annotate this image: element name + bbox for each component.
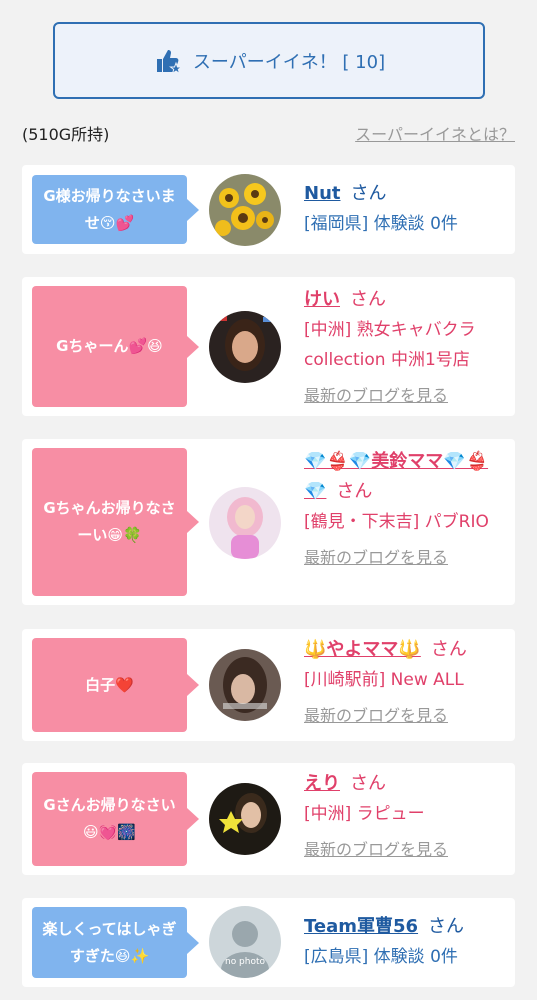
user-info: Team軍曹56 さん [広島県] 体験談 0件: [304, 912, 504, 972]
shop-info: [鶴見・下末吉] パブRIO: [304, 512, 489, 532]
super-like-about-link[interactable]: スーパーイイネとは？: [355, 121, 515, 145]
message-bubble: G様お帰りなさいませ😚💕: [32, 175, 199, 244]
like-card: 白子❤️ 🔱やよママ🔱 さん [川崎駅前] New ALL 最新のブログを見る: [22, 629, 515, 741]
honorific: さん: [430, 639, 467, 660]
shop-info: [中洲] 熟女キャバクラcollection 中洲1号店: [304, 320, 476, 370]
gold-balance: (510G所持): [22, 125, 110, 144]
user-name-link[interactable]: けい: [304, 289, 340, 310]
latest-blog-link[interactable]: 最新のブログを見る: [304, 381, 504, 411]
user-info: けい さん [中洲] 熟女キャバクラcollection 中洲1号店 最新のブログ…: [304, 285, 504, 411]
honorific: さん: [350, 289, 386, 310]
latest-blog-link[interactable]: 最新のブログを見る: [304, 701, 504, 731]
honorific: さん: [350, 183, 387, 204]
user-name-link[interactable]: 🔱やよママ🔱: [304, 639, 421, 660]
page: スーパーイイネ！ [ 10] (510G所持) スーパーイイネとは？ G様お帰り…: [0, 0, 537, 1000]
message-bubble: Gちゃーん💕😆: [32, 286, 199, 407]
super-like-label: スーパーイイネ！ [ 10]: [192, 51, 386, 73]
avatar[interactable]: [209, 487, 281, 559]
no-photo-text: no photo: [225, 957, 266, 967]
user-name-link[interactable]: えり: [304, 773, 340, 794]
honorific: さん: [350, 773, 386, 794]
user-info: 💎👙💎美鈴ママ💎👙💎 さん [鶴見・下末吉] パブRIO 最新のブログを見る: [304, 447, 504, 573]
message-bubble: 楽しくってはしゃぎすぎた😆✨: [32, 907, 199, 978]
honorific: さん: [428, 916, 465, 937]
user-location: [広島県] 体験談 0件: [304, 947, 458, 967]
like-card: G様お帰りなさいませ😚💕 Nut さん [福岡県] 体験談 0件: [22, 165, 515, 254]
user-name-link[interactable]: Nut: [304, 183, 340, 204]
shop-info: [中洲] ラピュー: [304, 804, 425, 824]
message-bubble: Gちゃんお帰りなさーい😁🍀: [32, 448, 199, 596]
avatar[interactable]: [209, 174, 281, 246]
avatar[interactable]: [209, 783, 281, 855]
like-card: Gちゃんお帰りなさーい😁🍀 💎👙💎美鈴ママ💎👙💎 さん [鶴見・下末吉] パブRI…: [22, 439, 515, 605]
like-card: 楽しくってはしゃぎすぎた😆✨ no photo Team軍曹56 さん [広島県]…: [22, 898, 515, 987]
like-card: Gさんお帰りなさい😃💓🎆 えり さん [中洲] ラピュー 最新のブログを見る: [22, 763, 515, 875]
user-info: えり さん [中洲] ラピュー 最新のブログを見る: [304, 769, 504, 865]
message-bubble: 白子❤️: [32, 638, 199, 732]
thumbs-up-star-icon: [156, 49, 183, 75]
avatar[interactable]: no photo: [209, 906, 281, 978]
honorific: さん: [336, 481, 373, 502]
user-location: [福岡県] 体験談 0件: [304, 214, 458, 234]
message-bubble: Gさんお帰りなさい😃💓🎆: [32, 772, 199, 866]
avatar[interactable]: [209, 311, 281, 383]
latest-blog-link[interactable]: 最新のブログを見る: [304, 835, 504, 865]
avatar[interactable]: [209, 649, 281, 721]
user-name-link[interactable]: Team軍曹56: [304, 916, 418, 937]
super-like-button[interactable]: スーパーイイネ！ [ 10]: [53, 22, 485, 99]
user-info: Nut さん [福岡県] 体験談 0件: [304, 179, 504, 239]
latest-blog-link[interactable]: 最新のブログを見る: [304, 543, 504, 573]
like-card: Gちゃーん💕😆 けい さん [中洲] 熟女キャバクラcollection 中洲1号…: [22, 277, 515, 416]
user-name-link[interactable]: 💎👙💎美鈴ママ💎👙💎: [304, 451, 488, 502]
user-info: 🔱やよママ🔱 さん [川崎駅前] New ALL 最新のブログを見る: [304, 635, 504, 731]
shop-info: [川崎駅前] New ALL: [304, 670, 464, 690]
